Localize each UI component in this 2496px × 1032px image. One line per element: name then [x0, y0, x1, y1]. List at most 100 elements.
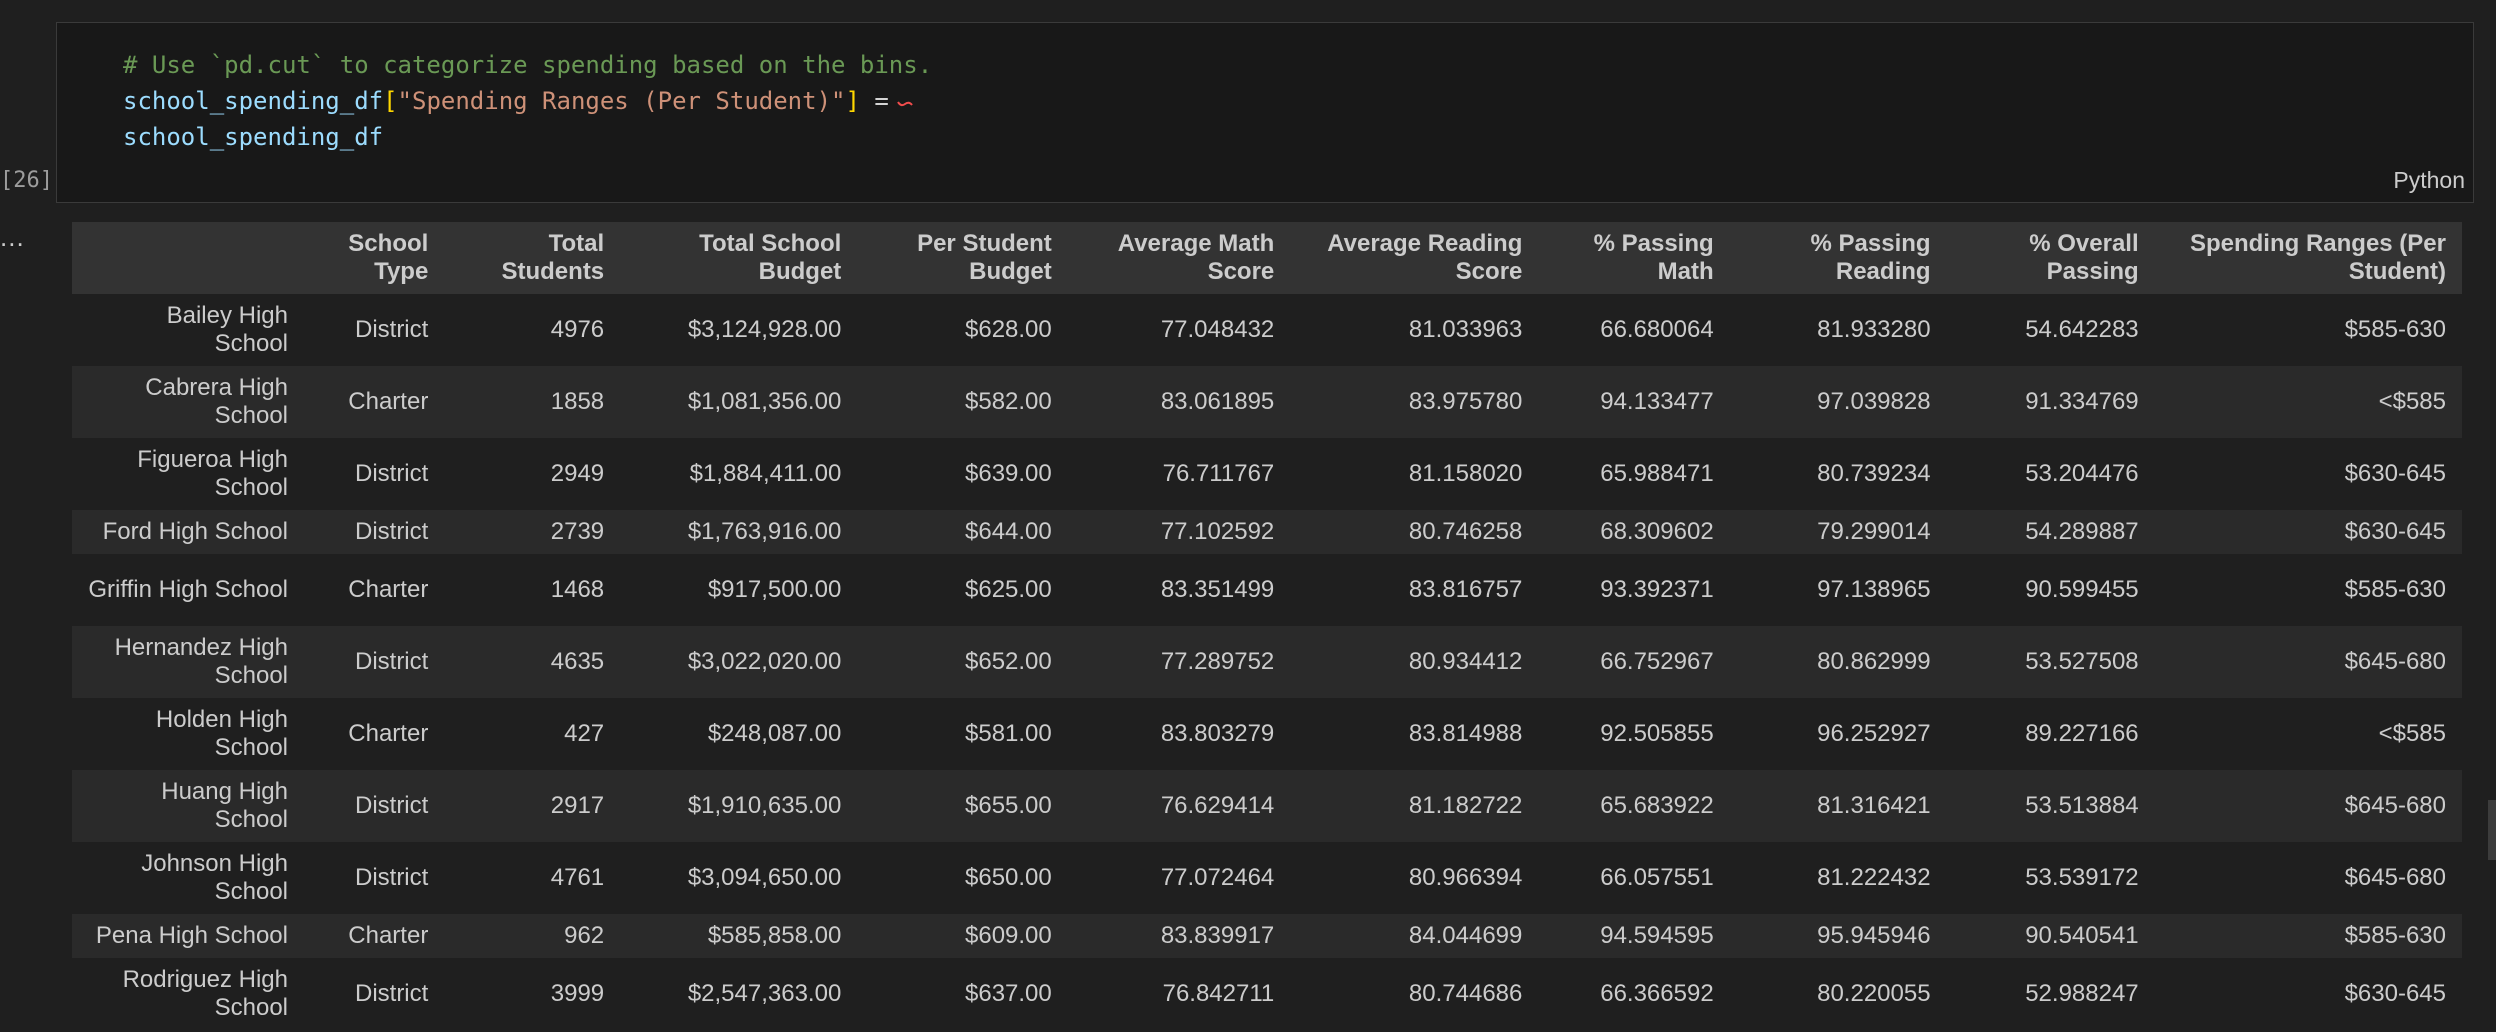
table-cell: 94.594595: [1600, 922, 1714, 949]
language-label[interactable]: Python: [2393, 167, 2465, 194]
column-header: % Passing Reading: [1810, 230, 1931, 285]
error-squiggle-icon[interactable]: [896, 96, 913, 108]
table-cell: 1468: [550, 576, 605, 603]
column-header: Total Students: [501, 230, 605, 285]
code-line[interactable]: school_spending_df["Spending Ranges (Per…: [123, 83, 932, 119]
table-cell: $1,910,635.00: [687, 792, 842, 819]
table-cell: 66.057551: [1600, 864, 1714, 891]
table-row: Ford High School District 2739 $1,763,916.0…: [72, 510, 2462, 554]
table-cell: $1,884,411.00: [689, 460, 842, 487]
table-cell: <$585: [2378, 388, 2446, 415]
table-cell: 92.505855: [1600, 720, 1714, 747]
table-row: Rodriguez High School District 3999 $2,547,…: [72, 958, 2462, 1030]
table-cell: $628.00: [965, 316, 1052, 343]
table-cell: 90.540541: [2025, 922, 2139, 949]
table-cell: $639.00: [965, 460, 1052, 487]
table-cell: 54.289887: [2025, 518, 2139, 545]
code-token-punct: =: [859, 87, 889, 115]
column-header: Average Reading Score: [1327, 230, 1523, 285]
table-cell: 94.133477: [1600, 388, 1714, 415]
execution-count: [26]: [0, 168, 53, 193]
table-cell: District: [354, 460, 429, 487]
code-token-comment: # Use `pd.cut` to categorize spending ba…: [123, 51, 933, 79]
index-header: [72, 222, 292, 294]
table-cell: Charter: [348, 720, 429, 747]
row-index-cell: Bailey High School: [166, 302, 288, 357]
row-index-cell: Ford High School: [102, 518, 288, 545]
table-cell: $645-680: [2344, 648, 2446, 675]
table-cell: 76.842711: [1162, 980, 1275, 1007]
table-cell: 66.752967: [1600, 648, 1714, 675]
table-cell: 77.072464: [1160, 864, 1275, 891]
table-cell: 77.048432: [1160, 316, 1275, 343]
table-cell: 80.220055: [1817, 980, 1931, 1007]
table-cell: 83.061895: [1160, 388, 1275, 415]
table-cell: 83.839917: [1160, 922, 1275, 949]
table-cell: $585,858.00: [707, 922, 842, 949]
table-cell: 81.182722: [1408, 792, 1523, 819]
table-row: Figueroa High School District 2949 $1,884,4…: [72, 438, 2462, 510]
table-cell: 53.204476: [2025, 460, 2139, 487]
code-cell[interactable]: # Use `pd.cut` to categorize spending ba…: [56, 22, 2474, 203]
table-cell: 83.803279: [1160, 720, 1275, 747]
table-cell: $248,087.00: [707, 720, 842, 747]
vertical-scrollbar[interactable]: [2488, 800, 2496, 860]
column-header: Total School Budget: [699, 230, 842, 285]
column-header: Spending Ranges (Per Student): [2189, 230, 2446, 285]
table-cell: $637.00: [965, 980, 1052, 1007]
table-cell: 93.392371: [1600, 576, 1714, 603]
table-cell: $1,081,356.00: [687, 388, 842, 415]
code-token-string: "Spending Ranges (Per Student)": [397, 87, 846, 115]
table-cell: 79.299014: [1817, 518, 1931, 545]
table-cell: $644.00: [965, 518, 1052, 545]
table-cell: $585-630: [2344, 922, 2446, 949]
table-cell: 81.033963: [1408, 316, 1523, 343]
table-cell: District: [354, 792, 429, 819]
dataframe-output: School Type Total Students Total School Bu…: [72, 222, 2462, 1032]
table-cell: 97.138965: [1817, 576, 1931, 603]
table-cell: 84.044699: [1408, 922, 1523, 949]
table-cell: Charter: [348, 576, 429, 603]
table-row: Cabrera High School Charter 1858 $1,081,356…: [72, 366, 2462, 438]
table-row: Johnson High School District 4761 $3,094,65…: [72, 842, 2462, 914]
table-row: Hernandez High School District 4635 $3,022,…: [72, 626, 2462, 698]
table-cell: 97.039828: [1817, 388, 1931, 415]
table-cell: 83.814988: [1408, 720, 1523, 747]
table-cell: $630-645: [2344, 460, 2446, 487]
table-cell: 80.934412: [1408, 648, 1523, 675]
table-cell: 96.252927: [1817, 720, 1931, 747]
table-cell: $585-630: [2344, 316, 2446, 343]
row-index-cell: Pena High School: [95, 922, 288, 949]
table-row: Holden High School Charter 427 $248,087.00 $…: [72, 698, 2462, 770]
table-cell: $630-645: [2344, 980, 2446, 1007]
table-cell: District: [354, 518, 429, 545]
table-cell: 1858: [550, 388, 605, 415]
output-menu-icon[interactable]: ...: [0, 222, 25, 253]
table-cell: $581.00: [965, 720, 1052, 747]
row-index-cell: Huang High School: [161, 778, 288, 833]
table-cell: 83.816757: [1408, 576, 1523, 603]
code-token-bracket: [: [383, 87, 398, 115]
table-cell: $609.00: [965, 922, 1052, 949]
code-line[interactable]: school_spending_df: [123, 119, 932, 155]
row-index-cell: Cabrera High School: [145, 374, 288, 429]
table-cell: Charter: [348, 922, 429, 949]
code-editor[interactable]: # Use `pd.cut` to categorize spending ba…: [123, 47, 932, 155]
table-cell: 4635: [550, 648, 605, 675]
code-line[interactable]: # Use `pd.cut` to categorize spending ba…: [123, 47, 932, 83]
table-cell: $650.00: [965, 864, 1052, 891]
table-row: Huang High School District 2917 $1,910,635.…: [72, 770, 2462, 842]
table-row: Pena High School Charter 962 $585,858.00 $60…: [72, 914, 2462, 958]
row-index-cell: Johnson High School: [141, 850, 288, 905]
table-cell: Charter: [348, 388, 429, 415]
table-cell: 427: [564, 720, 605, 747]
table-cell: 68.309602: [1600, 518, 1714, 545]
table-cell: 77.102592: [1160, 518, 1275, 545]
table-cell: 4761: [550, 864, 605, 891]
column-header: Average Math Score: [1117, 230, 1275, 285]
table-cell: 80.746258: [1408, 518, 1523, 545]
table-cell: 80.966394: [1408, 864, 1523, 891]
row-index-cell: Griffin High School: [88, 576, 288, 603]
table-cell: 53.539172: [2025, 864, 2139, 891]
table-cell: $3,124,928.00: [687, 316, 842, 343]
